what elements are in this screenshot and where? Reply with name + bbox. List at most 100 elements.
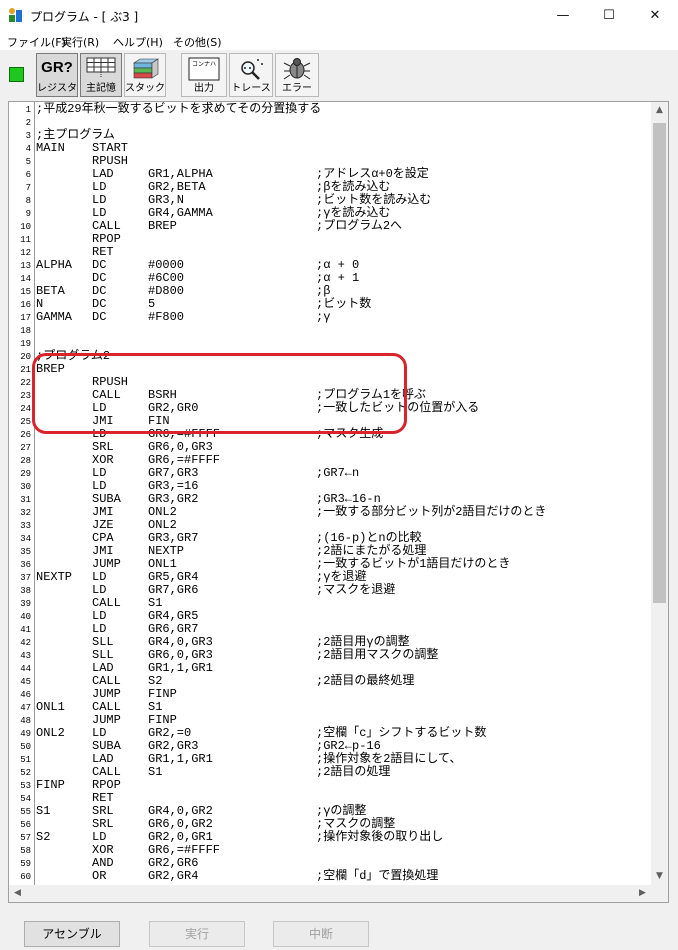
code-line: JMI ONL2 ;一致する部分ビット列が2語目だけのとき xyxy=(36,506,636,519)
menu-file[interactable]: ファイル(F) xyxy=(7,34,66,50)
code-comment: ;一致したビットの位置が入る xyxy=(316,401,480,415)
line-number: 44 xyxy=(20,664,31,674)
code-label: S2 xyxy=(36,830,51,844)
menu-other[interactable]: その他(S) xyxy=(173,34,222,50)
line-number: 50 xyxy=(20,742,31,752)
trace-button[interactable]: トレース xyxy=(229,53,273,97)
stop-button[interactable]: 中断 xyxy=(273,921,369,947)
vertical-scrollbar[interactable]: ▲ ▼ xyxy=(651,102,668,885)
code-comment: ;GR7←n xyxy=(316,466,360,480)
main-memory-button[interactable]: 主記憶 xyxy=(80,53,122,97)
run-button[interactable]: 実行 xyxy=(149,921,245,947)
code-line: CALL S1 ;2語目の処理 xyxy=(36,766,636,779)
menu-run[interactable]: 実行(R) xyxy=(61,34,99,50)
close-button[interactable]: ✕ xyxy=(632,0,678,32)
line-number: 18 xyxy=(20,326,31,336)
scroll-right-arrow-icon[interactable]: ▶ xyxy=(634,885,651,902)
line-number: 34 xyxy=(20,534,31,544)
code-line: CALL S2 ;2語目の最終処理 xyxy=(36,675,636,688)
scroll-down-arrow-icon[interactable]: ▼ xyxy=(651,868,668,885)
code-line: S2 LD GR2,0,GR1 ;操作対象後の取り出し xyxy=(36,831,636,844)
line-number: 12 xyxy=(20,248,31,258)
code-line: N DC 5 ;ビット数 xyxy=(36,298,636,311)
line-number: 28 xyxy=(20,456,31,466)
line-number: 35 xyxy=(20,547,31,557)
scroll-up-arrow-icon[interactable]: ▲ xyxy=(651,102,668,119)
line-number: 25 xyxy=(20,417,31,427)
register-button[interactable]: GR? レジスタ xyxy=(36,53,78,97)
line-number: 33 xyxy=(20,521,31,531)
code-line: FINP RPOP xyxy=(36,779,636,792)
line-number: 53 xyxy=(20,781,31,791)
code-line: XOR GR6,=#FFFF xyxy=(36,844,636,857)
scroll-left-arrow-icon[interactable]: ◀ xyxy=(9,885,26,902)
line-number: 46 xyxy=(20,690,31,700)
maximize-button[interactable]: ☐ xyxy=(586,0,632,32)
source-editor[interactable]: 1 2 3 4 5 6 7 8 9 10 11 12 13 14 15 16 17 18 19 20 21 22 23 24 2… xyxy=(8,101,669,903)
line-number: 6 xyxy=(25,170,31,180)
line-number: 22 xyxy=(20,378,31,388)
code-line: CALL BREP ;プログラム2へ xyxy=(36,220,636,233)
line-number: 29 xyxy=(20,469,31,479)
line-number: 31 xyxy=(20,495,31,505)
line-number: 14 xyxy=(20,274,31,284)
code-label: ONL1 xyxy=(36,700,65,714)
code-label: BREP xyxy=(36,362,65,376)
code-line: SRL GR6,0,GR3 xyxy=(36,441,636,454)
stack-button-label: スタック xyxy=(125,83,165,94)
code-label: ;平成29年秋一致するビットを求めてその分置換する xyxy=(36,102,322,116)
error-button[interactable]: エラー xyxy=(275,53,319,97)
line-number: 58 xyxy=(20,846,31,856)
line-number: 30 xyxy=(20,482,31,492)
line-number: 60 xyxy=(20,872,31,882)
line-number: 47 xyxy=(20,703,31,713)
line-number: 36 xyxy=(20,560,31,570)
code-operand: #F800 xyxy=(148,310,185,324)
line-number: 23 xyxy=(20,391,31,401)
code-comment: ;γ xyxy=(316,310,331,324)
assemble-button[interactable]: アセンブル xyxy=(24,921,120,947)
code-label: FINP xyxy=(36,778,65,792)
code-comment: ;2語目用マスクの調整 xyxy=(316,648,439,662)
code-comment: ;操作対象後の取り出し xyxy=(316,830,444,844)
stack-button[interactable]: スタック xyxy=(124,53,166,97)
code-operand: BREP xyxy=(148,219,177,233)
code-label: ONL2 xyxy=(36,726,65,740)
code-line: ;プログラム2 xyxy=(36,350,636,363)
line-number: 26 xyxy=(20,430,31,440)
output-button-label: 出力 xyxy=(194,83,214,94)
menu-help[interactable]: ヘルプ(H) xyxy=(113,34,163,50)
code-comment: ;一致する部分ビット列が2語目だけのとき xyxy=(316,505,547,519)
error-button-label: エラー xyxy=(282,83,312,94)
code-line: CALL S1 xyxy=(36,597,636,610)
line-number: 10 xyxy=(20,222,31,232)
code-label: ALPHA xyxy=(36,258,73,272)
line-number: 21 xyxy=(20,365,31,375)
code-label: NEXTP xyxy=(36,570,73,584)
minimize-button[interactable]: — xyxy=(540,0,586,32)
line-number: 2 xyxy=(25,118,31,128)
line-number: 1 xyxy=(25,105,31,115)
line-number: 42 xyxy=(20,638,31,648)
code-line: ;平成29年秋一致するビットを求めてその分置換する xyxy=(36,103,636,116)
code-line: JUMP FINP xyxy=(36,688,636,701)
line-number: 7 xyxy=(25,183,31,193)
line-number: 3 xyxy=(25,131,31,141)
line-number: 51 xyxy=(20,755,31,765)
line-number: 38 xyxy=(20,586,31,596)
app-icon xyxy=(9,8,22,22)
code-comment: ;空欄「d」で置換処理 xyxy=(316,869,439,883)
memory-grid-icon xyxy=(81,57,121,81)
trace-button-label: トレース xyxy=(231,83,271,94)
line-number: 52 xyxy=(20,768,31,778)
line-number: 37 xyxy=(20,573,31,583)
gutter-divider xyxy=(34,102,35,902)
output-button[interactable]: コンナハ 出力 xyxy=(181,53,227,97)
line-number: 41 xyxy=(20,625,31,635)
code-comment: ;プログラム2へ xyxy=(316,219,403,233)
line-number: 4 xyxy=(25,144,31,154)
vertical-scroll-thumb[interactable] xyxy=(653,123,666,603)
horizontal-scrollbar[interactable]: ◀ ▶ xyxy=(9,885,668,902)
